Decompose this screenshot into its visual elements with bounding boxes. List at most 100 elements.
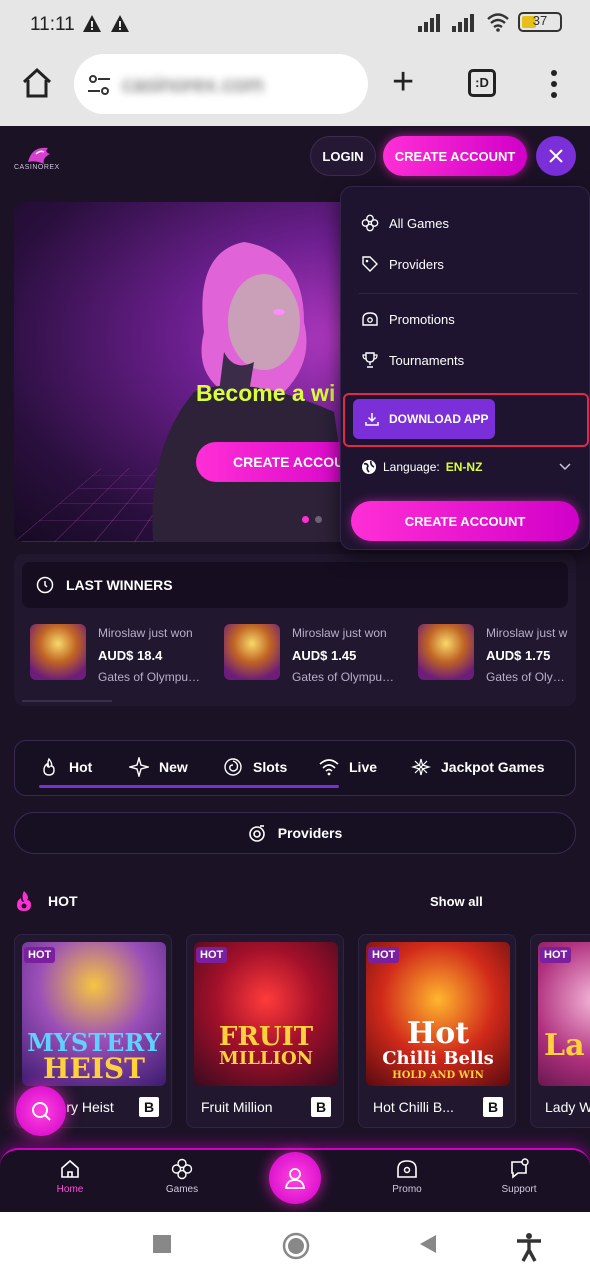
back-icon[interactable] bbox=[416, 1232, 440, 1256]
last-winners-title: LAST WINNERS bbox=[66, 577, 173, 593]
user-icon bbox=[284, 1168, 306, 1189]
game-title: Hot Chilli B... bbox=[373, 1099, 454, 1115]
winner-game: Gates of Olympus Super Scatter bbox=[98, 670, 202, 684]
promo-icon bbox=[397, 1160, 417, 1178]
nav-profile-button[interactable] bbox=[269, 1152, 321, 1204]
last-winners-header: LAST WINNERS bbox=[22, 562, 568, 608]
game-thumbnail bbox=[418, 624, 474, 680]
winner-game: Gates of Olympus Super Scatter bbox=[292, 670, 396, 684]
flame-icon bbox=[17, 891, 31, 911]
tab-hot[interactable]: Hot bbox=[39, 757, 92, 777]
menu-item-tournaments[interactable]: Tournaments bbox=[361, 348, 464, 372]
bottom-navigation: Home Games Promo Support bbox=[0, 1148, 590, 1212]
download-app-button[interactable]: DOWNLOAD APP bbox=[353, 399, 495, 439]
support-icon bbox=[511, 1158, 529, 1179]
game-thumbnail bbox=[224, 624, 280, 680]
trophy-icon bbox=[362, 352, 378, 368]
flame-icon bbox=[43, 757, 55, 776]
close-icon bbox=[549, 149, 563, 163]
winner-name: Miroslaw just won bbox=[98, 626, 193, 640]
download-app-label: DOWNLOAD APP bbox=[389, 412, 489, 426]
hot-badge: HOT bbox=[24, 947, 56, 963]
winner-amount: AUD$ 1.75 bbox=[486, 648, 551, 663]
last-winners-panel: LAST WINNERS Miroslaw just won AUD$ 18.4… bbox=[14, 554, 576, 706]
close-menu-button[interactable] bbox=[536, 136, 576, 176]
signal-icon bbox=[418, 14, 440, 32]
home-icon bbox=[61, 1159, 79, 1178]
tab-new[interactable]: New bbox=[129, 757, 188, 777]
warning-icon bbox=[111, 15, 129, 32]
winner-name: Miroslaw just w bbox=[486, 626, 568, 640]
game-card-fruit-million[interactable]: FRUIT MILLION HOT Fruit Million B bbox=[186, 934, 344, 1128]
warning-icon bbox=[83, 15, 101, 32]
menu-item-label: Providers bbox=[389, 256, 444, 272]
provider-badge: B bbox=[483, 1097, 503, 1117]
create-account-button[interactable]: CREATE ACCOUNT bbox=[383, 136, 527, 176]
active-tab-indicator bbox=[39, 785, 339, 788]
download-icon bbox=[365, 413, 379, 426]
nav-label: Promo bbox=[392, 1184, 422, 1195]
casinorex-logo[interactable] bbox=[14, 140, 74, 182]
globe-icon bbox=[362, 460, 376, 474]
menu-item-all-games[interactable]: All Games bbox=[361, 211, 449, 235]
tab-switcher-button[interactable]: :D bbox=[468, 69, 496, 97]
site-settings-icon[interactable] bbox=[86, 72, 112, 98]
winner-game: Gates of Olymp bbox=[486, 670, 568, 684]
star-icon bbox=[411, 758, 431, 776]
menu-create-account-button[interactable]: CREATE ACCOUNT bbox=[351, 501, 579, 541]
tab-live[interactable]: Live bbox=[319, 757, 377, 777]
tab-label: Slots bbox=[253, 759, 288, 775]
language-label: Language: bbox=[383, 460, 440, 474]
show-all-link[interactable]: Show all bbox=[430, 894, 483, 909]
menu-item-promotions[interactable]: Promotions bbox=[361, 307, 455, 331]
game-art: Hot Chilli Bells HOLD AND WIN bbox=[366, 942, 510, 1086]
nav-home[interactable]: Home bbox=[35, 1158, 105, 1195]
category-tabs: Hot New Slots Live Jackpot Games bbox=[14, 740, 576, 796]
tab-label: Hot bbox=[69, 759, 93, 775]
winner-item[interactable]: Miroslaw just w AUD$ 1.75 Gates of Olymp bbox=[402, 624, 576, 694]
status-bar: 11:11 37 bbox=[0, 0, 590, 50]
tab-label: Jackpot Games bbox=[441, 759, 545, 775]
language-selector[interactable]: Language: EN-NZ bbox=[361, 459, 482, 475]
login-button[interactable]: LOGIN bbox=[310, 136, 376, 176]
accessibility-icon[interactable] bbox=[514, 1232, 544, 1262]
search-button[interactable] bbox=[16, 1086, 66, 1136]
language-value: EN-NZ bbox=[445, 460, 483, 474]
address-bar[interactable]: casinorex.com bbox=[74, 54, 368, 114]
nav-label: Home bbox=[56, 1184, 84, 1195]
menu-item-label: Promotions bbox=[389, 311, 455, 327]
home-circle-icon[interactable] bbox=[282, 1232, 310, 1260]
hot-section-title: HOT bbox=[48, 893, 78, 909]
new-tab-button[interactable]: + bbox=[392, 63, 414, 101]
winner-item[interactable]: Miroslaw just won AUD$ 18.4 Gates of Oly… bbox=[14, 624, 204, 694]
browser-menu-button[interactable] bbox=[546, 70, 562, 98]
menu-item-label: All Games bbox=[389, 215, 449, 231]
signal-icon bbox=[452, 14, 474, 32]
game-thumbnail bbox=[30, 624, 86, 680]
menu-item-providers[interactable]: Providers bbox=[361, 252, 444, 276]
recents-icon[interactable] bbox=[150, 1232, 174, 1256]
nav-label: Games bbox=[165, 1184, 199, 1195]
wifi-icon bbox=[319, 759, 339, 776]
game-art: MYSTERY HEIST bbox=[22, 942, 166, 1086]
nav-games[interactable]: Games bbox=[147, 1158, 217, 1195]
status-time: 11:11 bbox=[30, 14, 75, 35]
nav-support[interactable]: Support bbox=[484, 1158, 554, 1195]
spiral-icon bbox=[224, 758, 242, 776]
hot-section-header: HOT bbox=[14, 890, 78, 912]
tab-slots[interactable]: Slots bbox=[223, 757, 287, 777]
menu-item-label: Tournaments bbox=[389, 352, 465, 368]
winner-item[interactable]: Miroslaw just won AUD$ 1.45 Gates of Oly… bbox=[208, 624, 398, 694]
clover-icon bbox=[171, 1158, 193, 1180]
chevron-down-icon[interactable] bbox=[559, 463, 571, 471]
home-icon[interactable] bbox=[20, 66, 54, 100]
nav-promo[interactable]: Promo bbox=[372, 1158, 442, 1195]
game-card-lady-w[interactable]: La HOT Lady W bbox=[530, 934, 590, 1128]
carousel-dots[interactable] bbox=[302, 516, 322, 523]
winners-scrollbar[interactable] bbox=[22, 700, 112, 702]
game-card-hot-chilli-bells[interactable]: Hot Chilli Bells HOLD AND WIN HOT Hot Ch… bbox=[358, 934, 516, 1128]
clover-icon bbox=[361, 214, 379, 232]
providers-button[interactable]: Providers bbox=[14, 812, 576, 854]
tab-jackpot-games[interactable]: Jackpot Games bbox=[411, 757, 545, 777]
provider-badge: B bbox=[139, 1097, 159, 1117]
